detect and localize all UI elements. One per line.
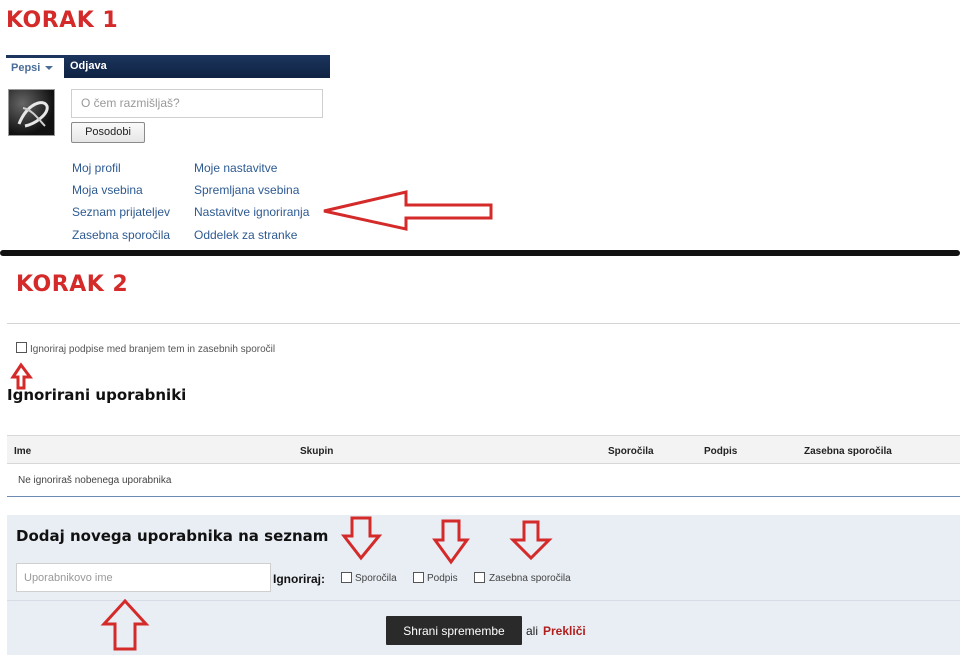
ignored-users-title: Ignorirani uporabniki: [7, 386, 187, 404]
ignore-messages-label: Sporočila: [355, 573, 397, 584]
ignore-signatures-checkbox[interactable]: [16, 342, 27, 353]
avatar-logo-icon: [17, 101, 49, 128]
step-2-title: KORAK 2: [16, 272, 129, 297]
panel-footer: Shrani spremembe ali Prekliči: [7, 600, 960, 655]
link-my-content[interactable]: Moja vsebina: [72, 183, 143, 197]
section-divider: [0, 250, 960, 256]
left-arrow-icon: [323, 190, 493, 231]
link-ignore-settings[interactable]: Nastavitve ignoriranja: [194, 205, 309, 219]
ignore-signature-checkbox[interactable]: [413, 572, 424, 583]
ignore-messages-checkbox[interactable]: [341, 572, 352, 583]
ignore-private-messages-label: Zasebna sporočila: [489, 573, 571, 584]
link-my-settings[interactable]: Moje nastavitve: [194, 161, 277, 175]
ignore-signature-label: Podpis: [427, 573, 458, 584]
link-friends-list[interactable]: Seznam prijateljev: [72, 205, 170, 219]
link-private-messages[interactable]: Zasebna sporočila: [72, 228, 170, 242]
ignored-users-table-body: Ne ignoriraš nobenega uporabnika: [7, 464, 960, 497]
add-user-title: Dodaj novega uporabnika na seznam: [16, 527, 329, 545]
ignored-users-table-header: Ime Skupin Sporočila Podpis Zasebna spor…: [7, 435, 960, 464]
update-button[interactable]: Posodobi: [71, 122, 145, 143]
logout-link[interactable]: Odjava: [70, 60, 107, 72]
link-watched-content[interactable]: Spremljana vsebina: [194, 183, 299, 197]
link-customer-area[interactable]: Oddelek za stranke: [194, 228, 297, 242]
up-arrow-icon: [10, 362, 33, 390]
step-1-title: KORAK 1: [6, 8, 119, 33]
status-input[interactable]: O čem razmišljaš?: [71, 89, 323, 118]
ignore-signatures-label: Ignoriraj podpise med branjem tem in zas…: [30, 344, 276, 355]
or-text: ali: [526, 624, 539, 638]
ignore-private-messages-checkbox[interactable]: [474, 572, 485, 583]
empty-table-message: Ne ignoriraš nobenega uporabnika: [18, 475, 172, 486]
ignore-label: Ignoriraj:: [273, 572, 326, 586]
separator: [7, 323, 960, 324]
save-changes-button[interactable]: Shrani spremembe: [386, 616, 522, 645]
column-group: Skupin: [300, 446, 334, 457]
cancel-link[interactable]: Prekliči: [543, 624, 586, 638]
avatar[interactable]: [8, 89, 55, 136]
chevron-down-icon: [45, 66, 54, 71]
add-user-panel: Dodaj novega uporabnika na seznam Uporab…: [7, 515, 960, 655]
user-menu[interactable]: Pepsi: [6, 55, 64, 78]
column-messages: Sporočila: [608, 446, 654, 457]
top-navbar: Pepsi Odjava: [6, 55, 330, 78]
column-name: Ime: [14, 446, 32, 457]
user-menu-label: Pepsi: [11, 62, 41, 74]
link-my-profile[interactable]: Moj profil: [72, 161, 121, 175]
username-input[interactable]: Uporabnikovo ime: [16, 563, 271, 592]
column-signature: Podpis: [704, 446, 738, 457]
column-private-messages: Zasebna sporočila: [804, 446, 892, 457]
